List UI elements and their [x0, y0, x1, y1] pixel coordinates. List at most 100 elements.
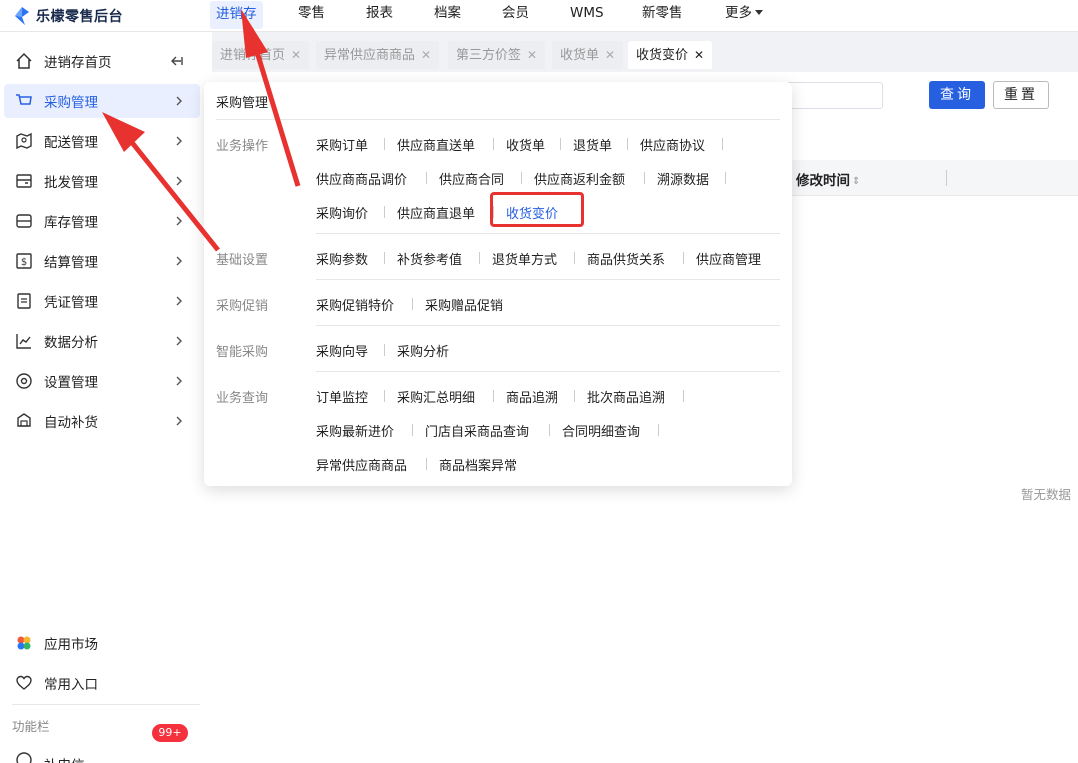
topnav-more[interactable]: 更多: [725, 0, 763, 28]
menu-link[interactable]: 采购询价: [316, 203, 368, 222]
menu-link[interactable]: 补货参考值: [397, 249, 462, 268]
menu-link[interactable]: 商品供货关系: [587, 249, 665, 268]
tab-price-tag[interactable]: 第三方价签 ✕: [448, 41, 546, 69]
sidebar-item-voucher[interactable]: 凭证管理: [4, 284, 200, 318]
column-label: 修改时间: [796, 173, 850, 189]
tab-receipt-price-change[interactable]: 收货变价 ✕: [628, 41, 713, 69]
menu-link[interactable]: 供应商直送单: [397, 135, 475, 154]
sidebar-item-settlement[interactable]: $ 结算管理: [4, 244, 200, 278]
sidebar-item-analytics[interactable]: 数据分析: [4, 324, 200, 358]
close-icon[interactable]: ✕: [291, 48, 301, 62]
sidebar-item-label: 结算管理: [44, 255, 98, 271]
brand-name: 乐檬零售后台: [36, 9, 123, 25]
topnav-inventory[interactable]: 进销存: [210, 1, 263, 29]
sidebar-item-distribution[interactable]: 配送管理: [4, 124, 200, 158]
sidebar-item-label: 库存管理: [44, 215, 98, 231]
topnav-reports[interactable]: 报表: [366, 0, 393, 28]
menu-link[interactable]: 异常供应商商品: [316, 455, 407, 474]
panel-divider: [316, 279, 780, 280]
chevron-right-icon: [174, 134, 184, 148]
highlight-box: [490, 192, 584, 227]
close-icon[interactable]: ✕: [605, 48, 615, 62]
link-separator: [384, 206, 385, 218]
link-separator: [658, 424, 659, 436]
cart-icon: [14, 91, 34, 111]
query-button[interactable]: 查询: [929, 81, 985, 109]
link-separator: [627, 138, 628, 150]
menu-link[interactable]: 收货单: [506, 135, 545, 154]
link-separator: [549, 424, 550, 436]
menu-link[interactable]: 商品档案异常: [439, 455, 517, 474]
sidebar-item-wholesale[interactable]: 批发管理: [4, 164, 200, 198]
menu-link[interactable]: 合同明细查询: [562, 421, 640, 440]
link-separator: [426, 172, 427, 184]
menu-link[interactable]: 采购最新进价: [316, 421, 394, 440]
sidebar-item-label: 配送管理: [44, 135, 98, 151]
chevron-right-icon: [174, 334, 184, 348]
tab-receipt[interactable]: 收货单 ✕: [552, 41, 624, 69]
sidebar-item-purchase[interactable]: 采购管理: [4, 84, 200, 118]
topnav-members[interactable]: 会员: [502, 0, 529, 28]
menu-link[interactable]: 退货单方式: [492, 249, 557, 268]
menu-link[interactable]: 采购分析: [397, 341, 449, 360]
menu-link[interactable]: 供应商合同: [439, 169, 504, 188]
sidebar-item-stock[interactable]: 库存管理: [4, 204, 200, 238]
tab-inventory-home[interactable]: 进销存首页 ✕: [212, 41, 310, 69]
close-icon[interactable]: ✕: [421, 48, 431, 62]
chevron-right-icon: [174, 374, 184, 388]
menu-link[interactable]: 供应商商品调价: [316, 169, 407, 188]
menu-link[interactable]: 溯源数据: [657, 169, 709, 188]
group-label-query: 业务查询: [216, 391, 269, 406]
tabs-bar: 进销存首页 ✕ 异常供应商商品 ✕ 第三方价签 ✕ 收货单 ✕ 收货变价 ✕: [212, 32, 1078, 72]
group-label-ops: 业务操作: [216, 139, 269, 154]
tab-label: 收货变价: [636, 48, 689, 63]
close-icon[interactable]: ✕: [527, 48, 537, 62]
link-separator: [521, 172, 522, 184]
menu-link[interactable]: 订单监控: [316, 387, 368, 406]
panel-divider: [316, 233, 780, 234]
menu-link[interactable]: 供应商返利金额: [534, 169, 625, 188]
link-separator: [384, 138, 385, 150]
svg-text:$: $: [21, 257, 27, 268]
close-icon[interactable]: ✕: [694, 48, 704, 62]
sidebar-item-label: 补申信: [44, 754, 85, 763]
tab-label: 进销存首页: [220, 48, 286, 63]
menu-link[interactable]: 采购促销特价: [316, 295, 394, 314]
topnav-new-retail[interactable]: 新零售: [642, 0, 683, 28]
sidebar-section-title: 功能栏: [12, 719, 50, 734]
menu-link[interactable]: 门店自采商品查询: [425, 421, 529, 440]
sort-icon[interactable]: ⇕: [852, 176, 860, 187]
link-separator: [574, 390, 575, 402]
sidebar-item-label: 自动补货: [44, 415, 98, 431]
menu-link[interactable]: 采购订单: [316, 135, 368, 154]
sidebar-item-settings[interactable]: 设置管理: [4, 364, 200, 398]
tab-abnormal-supplier[interactable]: 异常供应商商品 ✕: [316, 41, 440, 69]
link-separator: [683, 252, 684, 264]
topnav-archives[interactable]: 档案: [434, 0, 461, 28]
sidebar-item-auto-replenish[interactable]: 自动补货: [4, 404, 200, 438]
panel-divider: [216, 119, 780, 120]
menu-link[interactable]: 供应商管理: [696, 249, 761, 268]
menu-link[interactable]: 供应商协议: [640, 135, 705, 154]
column-modified-time[interactable]: 修改时间 ⇕: [796, 169, 860, 189]
menu-link[interactable]: 采购赠品促销: [425, 295, 503, 314]
menu-link[interactable]: 商品追溯: [506, 387, 558, 406]
sidebar-item-app-market[interactable]: 应用市场: [4, 626, 200, 660]
sidebar-item-home[interactable]: 进销存首页: [4, 44, 200, 78]
brand-logo[interactable]: 乐檬零售后台: [14, 5, 123, 27]
menu-link[interactable]: 采购参数: [316, 249, 368, 268]
menu-link[interactable]: 退货单: [573, 135, 612, 154]
chevron-right-icon: [174, 174, 184, 188]
sidebar-item-label: 进销存首页: [44, 55, 112, 71]
menu-link[interactable]: 采购向导: [316, 341, 368, 360]
menu-link[interactable]: 批次商品追溯: [587, 387, 665, 406]
search-input[interactable]: [782, 82, 883, 109]
menu-link[interactable]: 供应商直退单: [397, 203, 475, 222]
sidebar-item-favorites[interactable]: 常用入口: [4, 666, 200, 700]
topnav-wms[interactable]: WMS: [570, 0, 604, 28]
collapse-sidebar-icon[interactable]: [170, 54, 184, 68]
sidebar-item-partial[interactable]: 补申信: [4, 744, 200, 763]
reset-button[interactable]: 重置: [993, 81, 1049, 109]
menu-link[interactable]: 采购汇总明细: [397, 387, 475, 406]
topnav-retail[interactable]: 零售: [298, 0, 325, 28]
